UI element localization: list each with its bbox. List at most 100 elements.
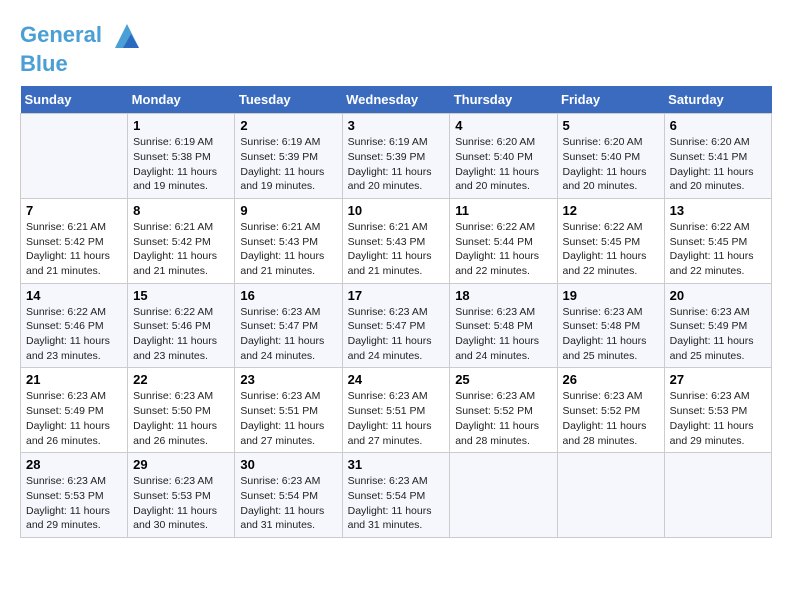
weekday-header: Monday: [128, 86, 235, 114]
calendar-week-row: 7 Sunrise: 6:21 AMSunset: 5:42 PMDaylight…: [21, 198, 772, 283]
calendar-cell: [450, 453, 557, 538]
cell-info: Sunrise: 6:19 AMSunset: 5:39 PMDaylight:…: [240, 135, 336, 194]
calendar-cell: 14 Sunrise: 6:22 AMSunset: 5:46 PMDayligh…: [21, 283, 128, 368]
calendar-cell: 21 Sunrise: 6:23 AMSunset: 5:49 PMDayligh…: [21, 368, 128, 453]
calendar-cell: 20 Sunrise: 6:23 AMSunset: 5:49 PMDayligh…: [664, 283, 771, 368]
calendar-cell: 7 Sunrise: 6:21 AMSunset: 5:42 PMDaylight…: [21, 198, 128, 283]
day-number: 15: [133, 288, 229, 303]
cell-info: Sunrise: 6:23 AMSunset: 5:53 PMDaylight:…: [26, 474, 122, 533]
calendar-cell: 29 Sunrise: 6:23 AMSunset: 5:53 PMDayligh…: [128, 453, 235, 538]
day-number: 28: [26, 457, 122, 472]
cell-info: Sunrise: 6:23 AMSunset: 5:53 PMDaylight:…: [670, 389, 766, 448]
day-number: 19: [563, 288, 659, 303]
day-number: 29: [133, 457, 229, 472]
weekday-header: Wednesday: [342, 86, 450, 114]
cell-info: Sunrise: 6:23 AMSunset: 5:49 PMDaylight:…: [670, 305, 766, 364]
calendar-cell: 13 Sunrise: 6:22 AMSunset: 5:45 PMDayligh…: [664, 198, 771, 283]
calendar-cell: 18Sunrise: 6:23 AMSunset: 5:48 PMDayligh…: [450, 283, 557, 368]
cell-info: Sunrise: 6:22 AMSunset: 5:45 PMDaylight:…: [563, 220, 659, 279]
cell-info: Sunrise: 6:23 AMSunset: 5:47 PMDaylight:…: [240, 305, 336, 364]
calendar-cell: 1 Sunrise: 6:19 AMSunset: 5:38 PMDaylight…: [128, 114, 235, 199]
cell-info: Sunrise: 6:21 AMSunset: 5:42 PMDaylight:…: [26, 220, 122, 279]
calendar-cell: 23Sunrise: 6:23 AMSunset: 5:51 PMDayligh…: [235, 368, 342, 453]
calendar-week-row: 21 Sunrise: 6:23 AMSunset: 5:49 PMDayligh…: [21, 368, 772, 453]
cell-info: Sunrise: 6:23 AMSunset: 5:49 PMDaylight:…: [26, 389, 122, 448]
calendar-cell: 10 Sunrise: 6:21 AMSunset: 5:43 PMDayligh…: [342, 198, 450, 283]
cell-info: Sunrise: 6:23 AMSunset: 5:53 PMDaylight:…: [133, 474, 229, 533]
cell-info: Sunrise: 6:23 AMSunset: 5:50 PMDaylight:…: [133, 389, 229, 448]
calendar-cell: 31 Sunrise: 6:23 AMSunset: 5:54 PMDayligh…: [342, 453, 450, 538]
calendar-cell: 4 Sunrise: 6:20 AMSunset: 5:40 PMDaylight…: [450, 114, 557, 199]
weekday-header: Saturday: [664, 86, 771, 114]
weekday-header: Tuesday: [235, 86, 342, 114]
cell-info: Sunrise: 6:22 AMSunset: 5:46 PMDaylight:…: [133, 305, 229, 364]
day-number: 12: [563, 203, 659, 218]
cell-info: Sunrise: 6:19 AMSunset: 5:38 PMDaylight:…: [133, 135, 229, 194]
calendar-cell: 3 Sunrise: 6:19 AMSunset: 5:39 PMDaylight…: [342, 114, 450, 199]
calendar-week-row: 28 Sunrise: 6:23 AMSunset: 5:53 PMDayligh…: [21, 453, 772, 538]
day-number: 25: [455, 372, 551, 387]
logo: General Blue: [20, 20, 143, 76]
cell-info: Sunrise: 6:22 AMSunset: 5:45 PMDaylight:…: [670, 220, 766, 279]
calendar-cell: 9 Sunrise: 6:21 AMSunset: 5:43 PMDaylight…: [235, 198, 342, 283]
weekday-header: Friday: [557, 86, 664, 114]
day-number: 9: [240, 203, 336, 218]
day-number: 5: [563, 118, 659, 133]
logo-blue: Blue: [20, 51, 68, 76]
cell-info: Sunrise: 6:21 AMSunset: 5:43 PMDaylight:…: [348, 220, 445, 279]
day-number: 6: [670, 118, 766, 133]
calendar-cell: 26Sunrise: 6:23 AMSunset: 5:52 PMDayligh…: [557, 368, 664, 453]
cell-info: Sunrise: 6:23 AMSunset: 5:47 PMDaylight:…: [348, 305, 445, 364]
day-number: 8: [133, 203, 229, 218]
day-number: 11: [455, 203, 551, 218]
day-number: 20: [670, 288, 766, 303]
day-number: 10: [348, 203, 445, 218]
cell-info: Sunrise: 6:23 AMSunset: 5:54 PMDaylight:…: [348, 474, 445, 533]
cell-info: Sunrise: 6:23 AMSunset: 5:52 PMDaylight:…: [563, 389, 659, 448]
calendar-cell: 30Sunrise: 6:23 AMSunset: 5:54 PMDayligh…: [235, 453, 342, 538]
calendar-cell: 22 Sunrise: 6:23 AMSunset: 5:50 PMDayligh…: [128, 368, 235, 453]
logo-general: General: [20, 22, 102, 47]
calendar-cell: 11 Sunrise: 6:22 AMSunset: 5:44 PMDayligh…: [450, 198, 557, 283]
day-number: 30: [240, 457, 336, 472]
calendar-cell: [664, 453, 771, 538]
day-number: 4: [455, 118, 551, 133]
cell-info: Sunrise: 6:21 AMSunset: 5:43 PMDaylight:…: [240, 220, 336, 279]
calendar-cell: 15 Sunrise: 6:22 AMSunset: 5:46 PMDayligh…: [128, 283, 235, 368]
cell-info: Sunrise: 6:22 AMSunset: 5:44 PMDaylight:…: [455, 220, 551, 279]
cell-info: Sunrise: 6:20 AMSunset: 5:40 PMDaylight:…: [455, 135, 551, 194]
day-number: 3: [348, 118, 445, 133]
day-number: 1: [133, 118, 229, 133]
calendar-week-row: 14 Sunrise: 6:22 AMSunset: 5:46 PMDayligh…: [21, 283, 772, 368]
day-number: 21: [26, 372, 122, 387]
day-number: 22: [133, 372, 229, 387]
calendar-cell: [557, 453, 664, 538]
calendar-cell: 27 Sunrise: 6:23 AMSunset: 5:53 PMDayligh…: [664, 368, 771, 453]
day-number: 13: [670, 203, 766, 218]
day-number: 14: [26, 288, 122, 303]
day-number: 24: [348, 372, 445, 387]
calendar-cell: 8 Sunrise: 6:21 AMSunset: 5:42 PMDaylight…: [128, 198, 235, 283]
logo-icon: [111, 20, 143, 52]
cell-info: Sunrise: 6:23 AMSunset: 5:52 PMDaylight:…: [455, 389, 551, 448]
calendar-cell: 12 Sunrise: 6:22 AMSunset: 5:45 PMDayligh…: [557, 198, 664, 283]
calendar-week-row: 1 Sunrise: 6:19 AMSunset: 5:38 PMDaylight…: [21, 114, 772, 199]
weekday-header-row: SundayMondayTuesdayWednesdayThursdayFrid…: [21, 86, 772, 114]
weekday-header: Sunday: [21, 86, 128, 114]
calendar-cell: 24 Sunrise: 6:23 AMSunset: 5:51 PMDayligh…: [342, 368, 450, 453]
calendar-cell: 28 Sunrise: 6:23 AMSunset: 5:53 PMDayligh…: [21, 453, 128, 538]
cell-info: Sunrise: 6:22 AMSunset: 5:46 PMDaylight:…: [26, 305, 122, 364]
calendar-cell: 5Sunrise: 6:20 AMSunset: 5:40 PMDaylight…: [557, 114, 664, 199]
day-number: 17: [348, 288, 445, 303]
cell-info: Sunrise: 6:23 AMSunset: 5:51 PMDaylight:…: [348, 389, 445, 448]
day-number: 27: [670, 372, 766, 387]
day-number: 31: [348, 457, 445, 472]
page-header: General Blue: [20, 20, 772, 76]
calendar-cell: 6Sunrise: 6:20 AMSunset: 5:41 PMDaylight…: [664, 114, 771, 199]
cell-info: Sunrise: 6:19 AMSunset: 5:39 PMDaylight:…: [348, 135, 445, 194]
day-number: 7: [26, 203, 122, 218]
calendar-cell: 19 Sunrise: 6:23 AMSunset: 5:48 PMDayligh…: [557, 283, 664, 368]
cell-info: Sunrise: 6:21 AMSunset: 5:42 PMDaylight:…: [133, 220, 229, 279]
day-number: 18: [455, 288, 551, 303]
cell-info: Sunrise: 6:23 AMSunset: 5:48 PMDaylight:…: [563, 305, 659, 364]
